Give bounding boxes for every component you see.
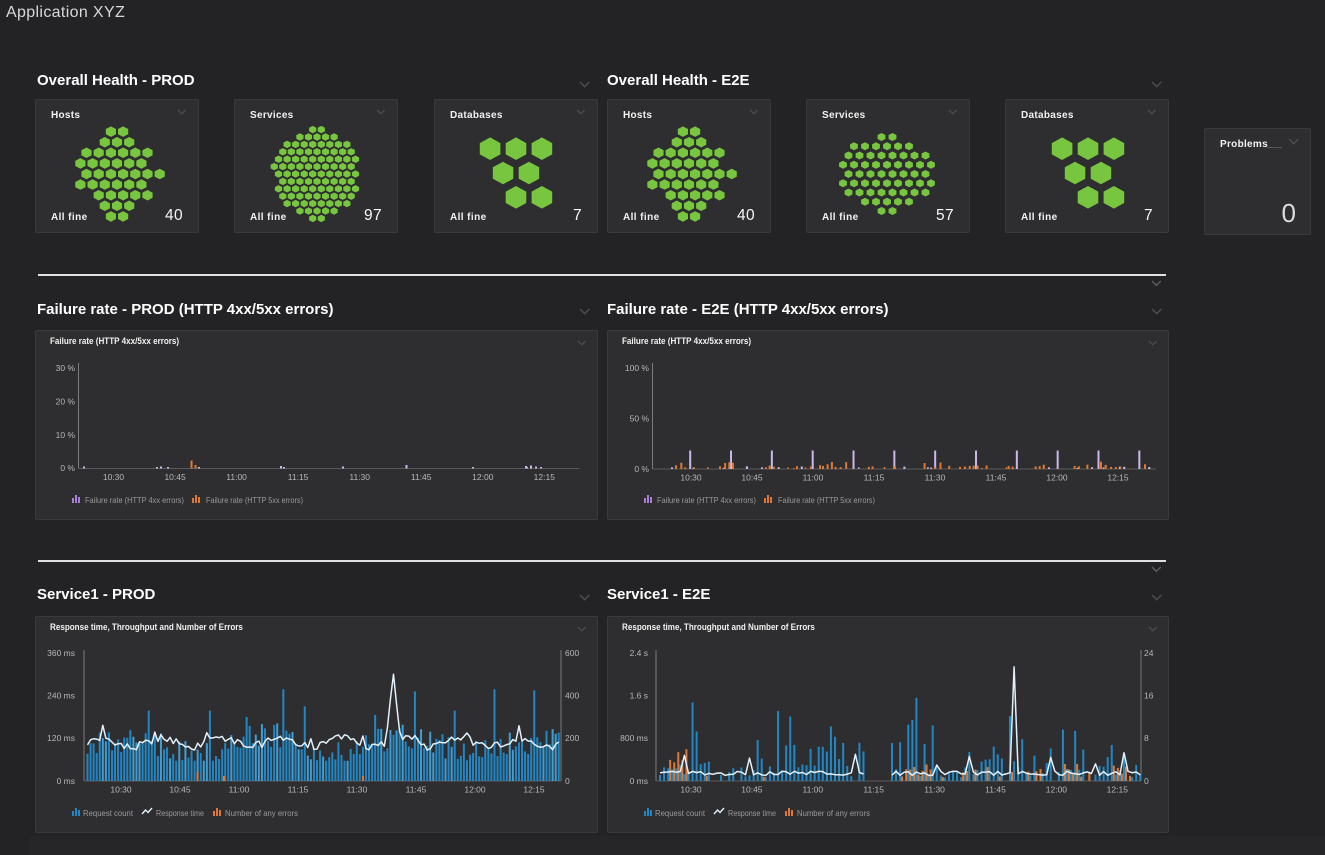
svg-text:10:45: 10:45	[741, 785, 763, 795]
svg-text:10:45: 10:45	[164, 472, 186, 482]
svg-text:Response time: Response time	[156, 808, 204, 818]
svg-text:12:00: 12:00	[472, 472, 494, 482]
svg-text:Failure rate (HTTP 4xx errors): Failure rate (HTTP 4xx errors)	[657, 495, 756, 505]
svg-text:12:15: 12:15	[523, 785, 545, 795]
svg-text:16: 16	[1144, 691, 1154, 701]
svg-text:10 %: 10 %	[56, 430, 76, 440]
svg-text:100 %: 100 %	[625, 363, 650, 373]
svg-text:0: 0	[1144, 776, 1149, 786]
svg-text:Failure rate (HTTP 5xx errors): Failure rate (HTTP 5xx errors)	[206, 495, 303, 505]
svg-text:200: 200	[565, 733, 579, 743]
svg-text:11:15: 11:15	[863, 785, 884, 795]
svg-text:12:00: 12:00	[1046, 473, 1068, 483]
svg-text:10:30: 10:30	[103, 472, 125, 482]
svg-text:11:15: 11:15	[864, 473, 885, 483]
svg-text:11:45: 11:45	[986, 473, 1007, 483]
svg-text:11:00: 11:00	[229, 785, 250, 795]
svg-text:1.6 s: 1.6 s	[630, 691, 648, 701]
svg-text:11:45: 11:45	[411, 472, 432, 482]
svg-text:240 ms: 240 ms	[47, 691, 75, 701]
svg-text:400: 400	[565, 691, 579, 701]
svg-text:Number of any errors: Number of any errors	[225, 808, 298, 818]
svg-text:20 %: 20 %	[56, 396, 76, 406]
svg-text:0 ms: 0 ms	[57, 776, 75, 786]
svg-text:0: 0	[565, 776, 570, 786]
svg-text:360 ms: 360 ms	[47, 648, 75, 658]
svg-text:Response time: Response time	[728, 808, 776, 818]
svg-text:11:30: 11:30	[347, 785, 368, 795]
svg-text:12:00: 12:00	[464, 785, 486, 795]
svg-text:11:15: 11:15	[288, 472, 309, 482]
svg-text:Failure rate (HTTP 5xx errors): Failure rate (HTTP 5xx errors)	[778, 495, 875, 505]
svg-text:11:30: 11:30	[925, 473, 946, 483]
svg-text:0 %: 0 %	[60, 463, 75, 473]
svg-text:24: 24	[1144, 648, 1154, 658]
svg-text:11:30: 11:30	[924, 785, 945, 795]
svg-text:0 ms: 0 ms	[630, 776, 648, 786]
svg-text:12:15: 12:15	[534, 472, 556, 482]
svg-text:600: 600	[565, 648, 579, 658]
svg-text:2.4 s: 2.4 s	[630, 648, 648, 658]
svg-text:10:30: 10:30	[680, 473, 702, 483]
svg-text:11:00: 11:00	[802, 785, 823, 795]
svg-text:12:15: 12:15	[1107, 785, 1129, 795]
svg-text:11:30: 11:30	[349, 472, 370, 482]
svg-text:0 %: 0 %	[634, 464, 649, 474]
svg-text:30 %: 30 %	[56, 363, 76, 373]
svg-text:Failure rate (HTTP 4xx errors): Failure rate (HTTP 4xx errors)	[85, 495, 184, 505]
svg-text:800 ms: 800 ms	[620, 733, 648, 743]
svg-text:11:00: 11:00	[226, 472, 247, 482]
svg-text:10:45: 10:45	[169, 785, 191, 795]
svg-text:11:45: 11:45	[985, 785, 1006, 795]
svg-text:120 ms: 120 ms	[47, 733, 75, 743]
svg-text:11:15: 11:15	[288, 785, 309, 795]
svg-text:Request count: Request count	[83, 808, 134, 818]
svg-text:10:30: 10:30	[110, 785, 132, 795]
svg-text:12:15: 12:15	[1107, 473, 1129, 483]
svg-text:50 %: 50 %	[630, 414, 650, 424]
svg-text:10:45: 10:45	[741, 473, 763, 483]
svg-text:8: 8	[1144, 733, 1149, 743]
svg-text:11:00: 11:00	[803, 473, 824, 483]
svg-text:10:30: 10:30	[680, 785, 702, 795]
svg-text:Number of any errors: Number of any errors	[797, 808, 870, 818]
svg-text:Request count: Request count	[655, 808, 706, 818]
svg-text:11:45: 11:45	[406, 785, 427, 795]
svg-text:12:00: 12:00	[1046, 785, 1068, 795]
